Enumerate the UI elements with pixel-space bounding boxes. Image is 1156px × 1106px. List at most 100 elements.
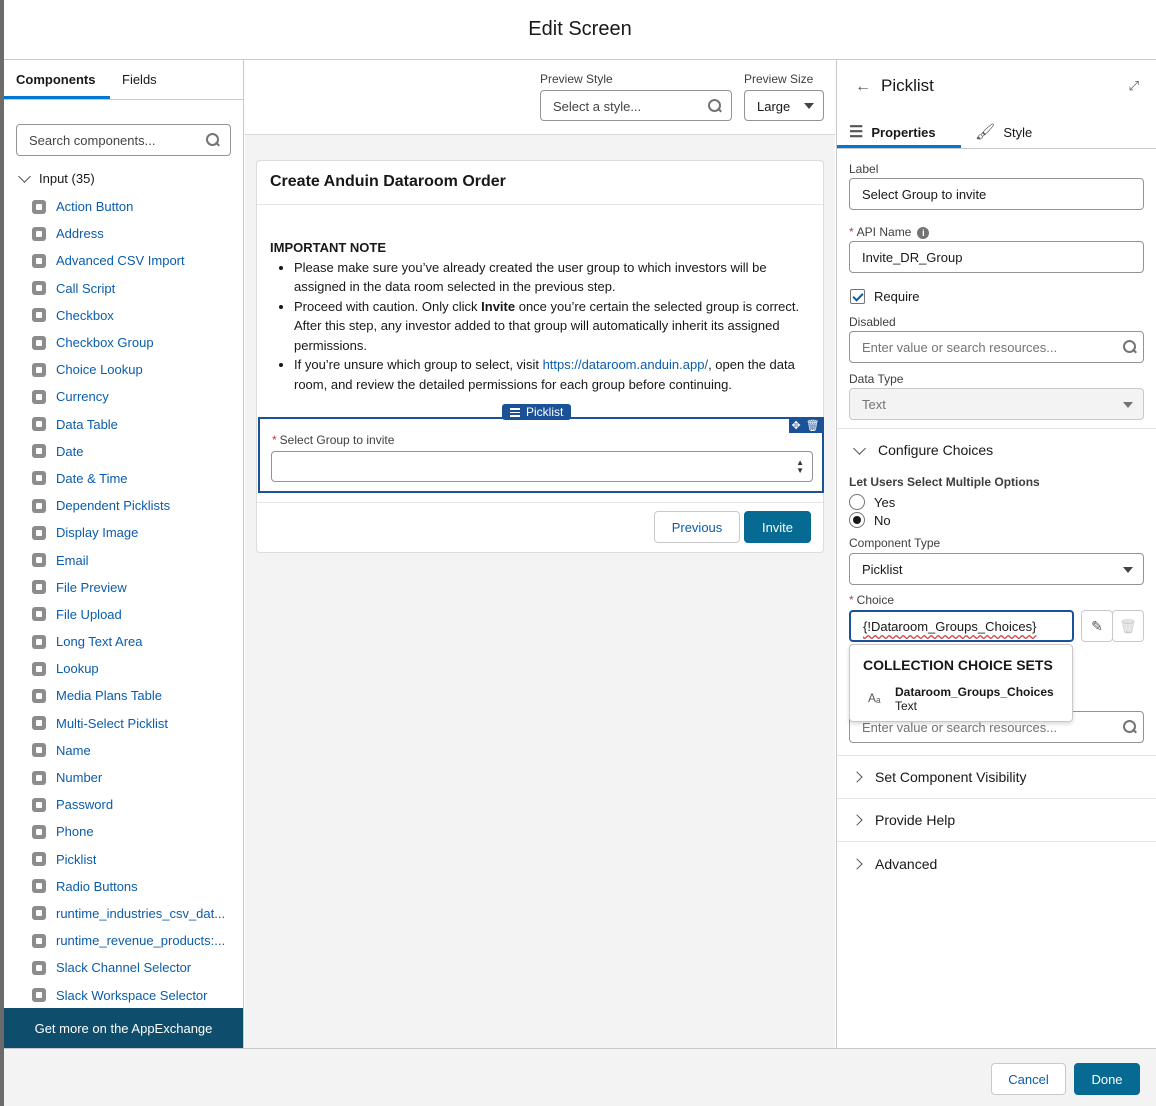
back-arrow-icon[interactable]: ← xyxy=(855,78,871,96)
list-item[interactable]: Checkbox xyxy=(32,302,242,329)
component-label: Email xyxy=(56,552,89,568)
list-item[interactable]: Address xyxy=(32,220,242,247)
component-icon xyxy=(32,770,46,785)
component-label: File Upload xyxy=(56,606,122,622)
choice-input[interactable]: {!Dataroom_Groups_Choices} xyxy=(849,610,1074,642)
done-button[interactable]: Done xyxy=(1074,1063,1140,1095)
required-asterisk: * xyxy=(272,433,277,447)
list-item[interactable]: Lookup xyxy=(32,655,242,682)
list-item[interactable]: runtime_industries_csv_dat... xyxy=(32,900,242,927)
choice-dropdown: COLLECTION CHOICE SETS Aₐ Dataroom_Group… xyxy=(849,644,1073,722)
component-label: Dependent Picklists xyxy=(56,498,171,514)
tab-components[interactable]: Components xyxy=(16,72,95,87)
configure-choices-toggle[interactable]: Configure Choices xyxy=(853,441,993,458)
list-item[interactable]: Advanced CSV Import xyxy=(32,247,242,274)
component-label: Name xyxy=(56,742,91,758)
list-item[interactable]: Data Table xyxy=(32,411,242,438)
properties-panel: ← Picklist ⤢ ☰ Properties 🖌 Style Label Se… xyxy=(836,60,1156,1048)
list-item[interactable]: Slack Workspace Selector xyxy=(32,981,242,1008)
component-icon xyxy=(32,688,46,703)
component-label: Phone xyxy=(56,824,94,840)
delete-icon[interactable]: 🗑 xyxy=(806,419,820,432)
require-checkbox[interactable] xyxy=(850,289,865,304)
search-components-input[interactable]: Search components... xyxy=(16,124,231,156)
input-group-toggle[interactable]: Input (35) xyxy=(18,169,95,187)
list-item[interactable]: Action Button xyxy=(32,193,242,220)
info-icon[interactable]: i xyxy=(917,227,930,239)
list-item[interactable]: Password xyxy=(32,791,242,818)
yes-radio[interactable] xyxy=(849,494,865,510)
provide-help-toggle[interactable]: Provide Help xyxy=(851,812,956,828)
list-item[interactable]: Call Script xyxy=(32,275,242,302)
appexchange-link[interactable]: Get more on the AppExchange xyxy=(4,1008,243,1048)
component-icon xyxy=(32,417,46,432)
component-list: Action Button Address Advanced CSV Import C… xyxy=(32,193,242,1009)
search-placeholder: Search components... xyxy=(29,133,156,148)
list-item[interactable]: Email xyxy=(32,546,242,573)
disabled-resource-input[interactable]: Enter value or search resources... xyxy=(849,331,1144,363)
component-icon xyxy=(32,444,46,459)
dataroom-link[interactable]: https://dataroom.anduin.app/ xyxy=(543,357,709,372)
move-icon[interactable]: ✥ xyxy=(791,419,800,432)
dropdown-option-name[interactable]: Dataroom_Groups_Choices xyxy=(895,685,1054,699)
component-icon xyxy=(32,362,46,377)
list-item[interactable]: Slack Channel Selector xyxy=(32,954,242,981)
component-icon xyxy=(32,661,46,676)
visibility-toggle[interactable]: Set Component Visibility xyxy=(851,769,1026,785)
list-item[interactable]: File Preview xyxy=(32,574,242,601)
list-item[interactable]: Checkbox Group xyxy=(32,329,242,356)
divider xyxy=(837,841,1156,842)
cancel-button[interactable]: Cancel xyxy=(991,1063,1066,1095)
list-item[interactable]: Date & Time xyxy=(32,465,242,492)
component-label: Checkbox xyxy=(56,307,114,323)
no-label: No xyxy=(874,513,891,528)
edit-button[interactable]: ✎ xyxy=(1081,610,1113,642)
api-name-input[interactable]: Invite_DR_Group xyxy=(849,241,1144,273)
group-picklist[interactable]: ▲ ▼ xyxy=(271,451,813,482)
component-label: Multi-Select Picklist xyxy=(56,715,168,731)
list-item[interactable]: Long Text Area xyxy=(32,628,242,655)
field-label: * Select Group to invite xyxy=(272,433,394,447)
component-icon xyxy=(32,389,46,404)
list-item[interactable]: runtime_revenue_products:... xyxy=(32,927,242,954)
list-item[interactable]: Picklist xyxy=(32,846,242,873)
list-item[interactable]: Dependent Picklists xyxy=(32,492,242,519)
data-type-label: Data Type xyxy=(849,372,904,386)
previous-button[interactable]: Previous xyxy=(654,511,740,543)
preview-style-input[interactable]: Select a style... xyxy=(540,90,732,121)
tab-fields[interactable]: Fields xyxy=(122,72,157,87)
invite-button[interactable]: Invite xyxy=(744,511,811,543)
list-item[interactable]: Date xyxy=(32,438,242,465)
list-item[interactable]: Choice Lookup xyxy=(32,356,242,383)
no-radio[interactable] xyxy=(849,512,865,528)
component-label: Password xyxy=(56,797,114,813)
component-icon xyxy=(32,933,46,948)
label-input[interactable]: Select Group to invite xyxy=(849,178,1144,210)
list-item[interactable]: Display Image xyxy=(32,519,242,546)
component-type-select[interactable]: Picklist xyxy=(849,553,1144,585)
choice-label: * Choice xyxy=(849,593,894,607)
component-icon xyxy=(32,824,46,839)
list-item[interactable]: Currency xyxy=(32,383,242,410)
list-item[interactable]: Name xyxy=(32,737,242,764)
tab-style[interactable]: 🖌 Style xyxy=(975,122,1032,142)
bullet-bold: Invite xyxy=(481,298,516,314)
search-icon xyxy=(708,99,722,113)
section-title: Provide Help xyxy=(875,812,956,828)
advanced-toggle[interactable]: Advanced xyxy=(851,856,937,872)
bullet-text: Please make sure you’ve already created … xyxy=(294,259,767,295)
component-icon xyxy=(32,553,46,568)
list-item[interactable]: File Upload xyxy=(32,601,242,628)
expand-icon[interactable]: ⤢ xyxy=(1129,78,1139,94)
preview-size-select[interactable]: Large xyxy=(744,90,824,121)
tab-label: Properties xyxy=(871,124,936,140)
list-item[interactable]: Media Plans Table xyxy=(32,682,242,709)
tab-properties[interactable]: ☰ Properties xyxy=(849,122,936,142)
picklist-component-selected[interactable]: * Select Group to invite ▲ ▼ xyxy=(258,417,824,493)
list-item[interactable]: Number xyxy=(32,764,242,791)
properties-tabs: ☰ Properties 🖌 Style xyxy=(837,112,1156,149)
list-item[interactable]: Multi-Select Picklist xyxy=(32,710,242,737)
list-item[interactable]: Radio Buttons xyxy=(32,873,242,900)
label-value: Select Group to invite xyxy=(862,187,987,202)
list-item[interactable]: Phone xyxy=(32,818,242,845)
